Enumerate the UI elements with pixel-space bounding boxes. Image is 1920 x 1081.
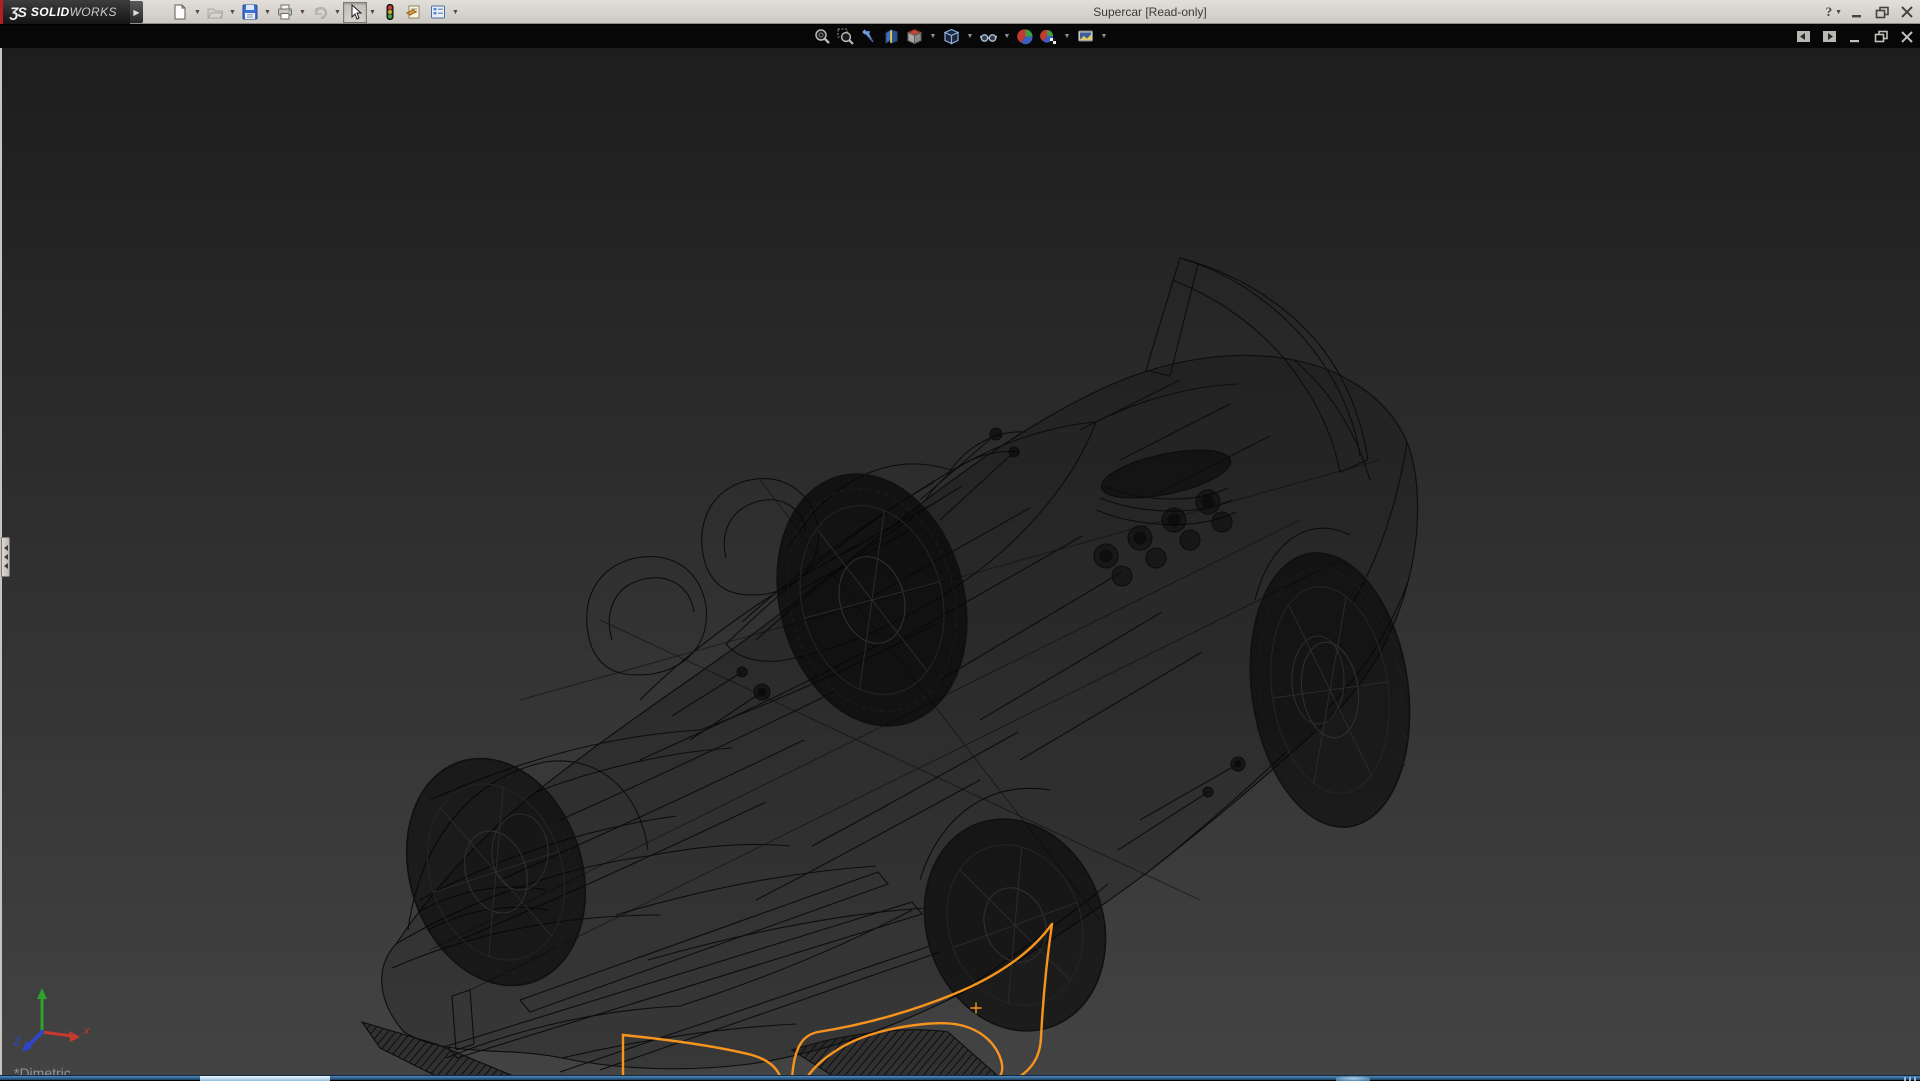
previous-view-button[interactable] [858,26,879,47]
print-button[interactable] [273,2,297,23]
zoom-to-area-button[interactable] [835,26,856,47]
open-button[interactable] [203,2,227,23]
undo-button[interactable] [308,2,332,23]
car-wireframe [362,258,1426,1075]
minimize-document-button[interactable] [1846,29,1864,45]
collapse-arrow-icon [4,563,8,569]
apply-scene-icon [1040,28,1057,45]
open-icon [207,4,223,20]
options-dropdown[interactable]: ▼ [450,2,461,23]
view-settings-icon [1077,28,1094,45]
new-document-button[interactable] [168,2,192,23]
view-orientation-label: *Dimetric [14,1065,71,1075]
new-document-dropdown[interactable]: ▼ [192,2,203,23]
heads-up-band: ▼ ▼ ▼ [0,25,1920,48]
rebuild-traffic-light-icon [382,4,398,20]
title-bar: ƷS SOLIDWORKS ▶ ▼ ▼ [0,0,1920,24]
file-properties-icon [406,4,422,20]
view-settings-dropdown[interactable]: ▼ [1098,33,1110,40]
triad-z-label: Z [13,1036,22,1048]
taskbar-edge [0,1075,1920,1080]
standard-toolbar: ▼ ▼ ▼ [168,1,461,23]
hide-show-items-button[interactable] [978,26,999,47]
rebuild-button[interactable] [378,2,402,23]
select-cursor-icon [347,4,363,20]
collapse-arrow-icon [4,545,8,551]
ds-logo-mark: ƷS [10,4,26,20]
select-dropdown[interactable]: ▼ [367,2,378,23]
glasses-icon [980,28,997,45]
window-title: Supercar [Read-only] [1000,0,1300,24]
close-document-button[interactable] [1898,29,1916,45]
help-button[interactable]: ? [1826,4,1833,20]
resize-grip [1904,1077,1918,1081]
pane-toggle-right-button[interactable] [1820,29,1838,45]
pane-toggle-left-button[interactable] [1794,29,1812,45]
logo-accent-stripe [0,0,3,24]
appearance-ball-icon [1017,28,1034,45]
previous-view-icon [860,28,877,45]
section-view-icon [883,28,900,45]
zoom-to-fit-icon [814,28,831,45]
expand-menu-arrow[interactable]: ▶ [130,1,143,23]
save-dropdown[interactable]: ▼ [262,2,273,23]
display-style-dropdown[interactable]: ▼ [964,33,976,40]
apply-scene-dropdown[interactable]: ▼ [1061,33,1073,40]
document-window-controls [1794,25,1916,48]
view-orientation-button[interactable] [904,26,925,47]
undo-dropdown[interactable]: ▼ [332,2,343,23]
brand-wordmark: SOLIDWORKS [31,5,117,19]
taskbar-item-highlight [200,1076,330,1081]
select-button[interactable] [343,2,367,23]
taskbar-glow [1336,1076,1370,1081]
save-button[interactable] [238,2,262,23]
open-dropdown[interactable]: ▼ [227,2,238,23]
display-style-button[interactable] [941,26,962,47]
collapse-arrow-icon [4,554,8,560]
section-view-button[interactable] [881,26,902,47]
help-dropdown[interactable]: ▼ [1835,9,1842,16]
apply-scene-button[interactable] [1038,26,1059,47]
solidworks-window: ƷS SOLIDWORKS ▶ ▼ ▼ [0,0,1920,1080]
view-orientation-dropdown[interactable]: ▼ [927,33,939,40]
options-icon [430,4,446,20]
print-dropdown[interactable]: ▼ [297,2,308,23]
heads-up-view-toolbar: ▼ ▼ ▼ [812,25,1110,48]
restore-document-button[interactable] [1872,29,1890,45]
triad-x-label: x [83,1025,90,1037]
graphics-area[interactable]: x Z *Dimetric [0,48,1920,1075]
save-icon [242,4,258,20]
minimize-button[interactable] [1848,5,1866,20]
feature-manager-expand-tab[interactable] [1,537,10,577]
hide-show-items-dropdown[interactable]: ▼ [1001,33,1013,40]
car-wireframe-scene: x Z *Dimetric [0,48,1920,1075]
options-button[interactable] [426,2,450,23]
zoom-to-area-icon [837,28,854,45]
close-button[interactable] [1898,5,1916,20]
undo-icon [312,4,328,20]
solidworks-logo: ƷS SOLIDWORKS [0,0,130,24]
print-icon [277,4,293,20]
view-orientation-icon [906,28,923,45]
file-properties-button[interactable] [402,2,426,23]
reference-triad: x Z [13,988,90,1052]
display-style-icon [943,28,960,45]
restore-button[interactable] [1873,5,1891,20]
new-document-icon [172,4,188,20]
zoom-to-fit-button[interactable] [812,26,833,47]
view-settings-button[interactable] [1075,26,1096,47]
edit-appearance-button[interactable] [1015,26,1036,47]
